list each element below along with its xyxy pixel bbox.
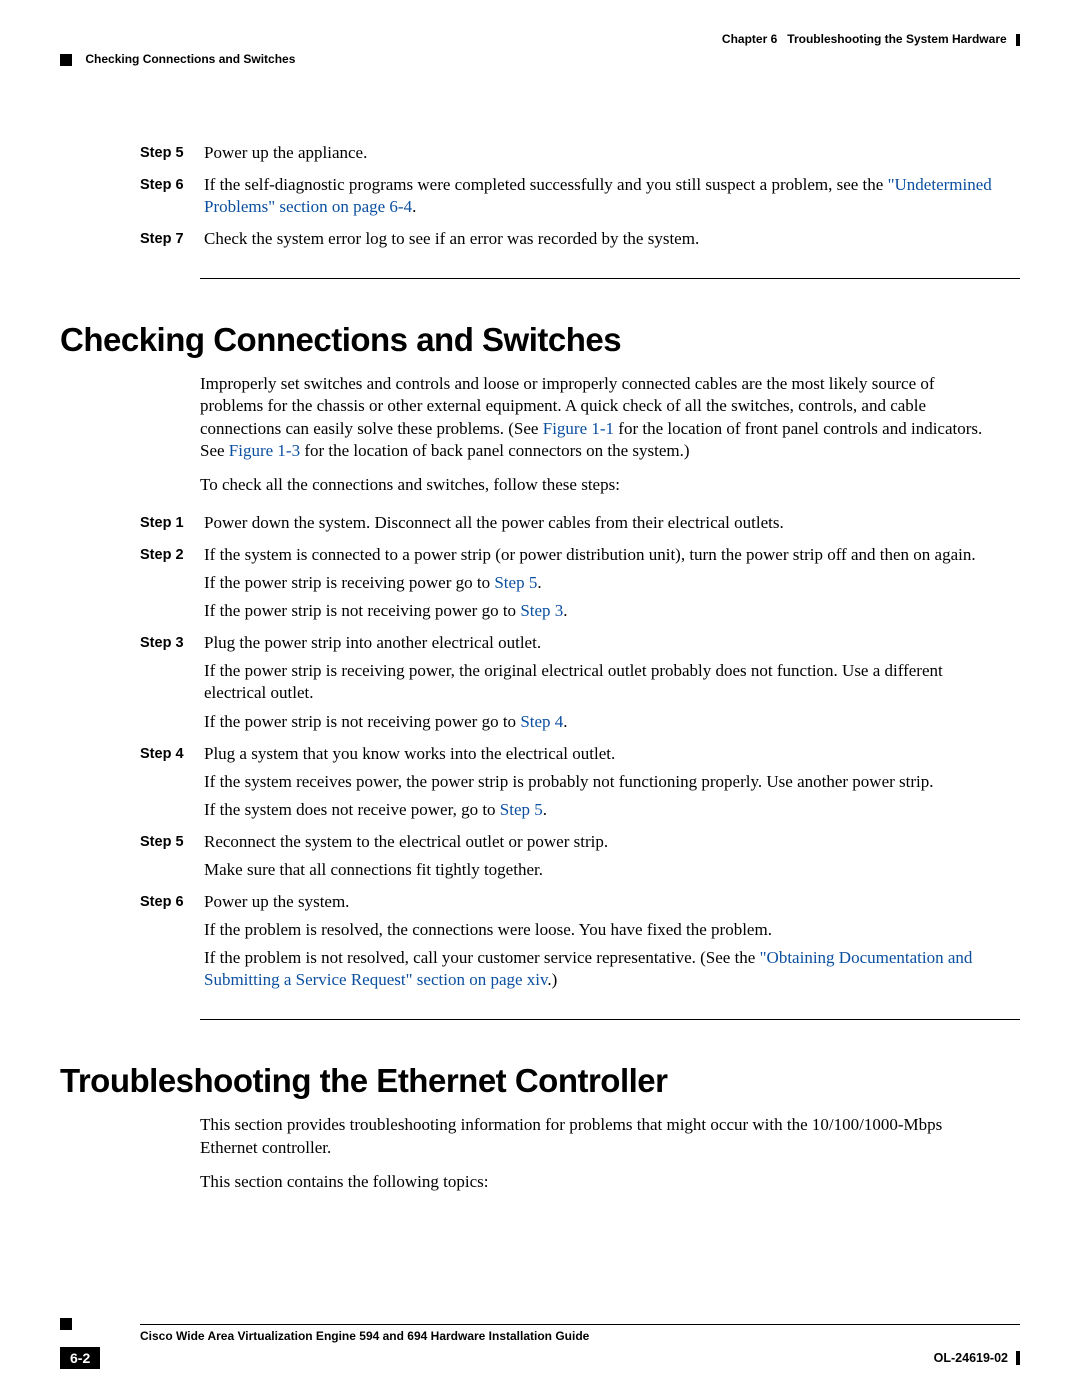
cross-ref-link[interactable]: Figure 1-3 [229, 441, 300, 460]
step-label: Step 5 [140, 142, 204, 163]
step-row: Step 4Plug a system that you know works … [140, 743, 1000, 827]
step-row: Step 5Reconnect the system to the electr… [140, 831, 1000, 887]
cross-ref-link[interactable]: Step 5 [500, 800, 543, 819]
paragraph: If the self-diagnostic programs were com… [204, 174, 1000, 218]
cross-ref-link[interactable]: "Undetermined Problems" section on page … [204, 175, 992, 216]
paragraph: Reconnect the system to the electrical o… [204, 831, 1000, 853]
paragraph: Power up the appliance. [204, 142, 1000, 164]
chapter-header: Chapter 6 Troubleshooting the System Har… [60, 32, 1020, 46]
breadcrumb-text: Checking Connections and Switches [85, 52, 295, 66]
paragraph: If the system is connected to a power st… [204, 544, 1000, 566]
cross-ref-link[interactable]: "Obtaining Documentation and Submitting … [204, 948, 972, 989]
paragraph: If the power strip is receiving power go… [204, 572, 1000, 594]
step-row: Step 1Power down the system. Disconnect … [140, 512, 1000, 540]
header-bar-icon [1016, 34, 1020, 46]
step-label: Step 4 [140, 743, 204, 764]
section-intro: This section provides troubleshooting in… [200, 1114, 1000, 1192]
paragraph: If the problem is not resolved, call you… [204, 947, 1000, 991]
divider [200, 278, 1020, 279]
breadcrumb: Checking Connections and Switches [60, 52, 1020, 66]
page-footer: Cisco Wide Area Virtualization Engine 59… [60, 1324, 1020, 1369]
paragraph: Power down the system. Disconnect all th… [204, 512, 1000, 534]
step-row: Step 7Check the system error log to see … [140, 228, 1000, 256]
paragraph: Plug a system that you know works into t… [204, 743, 1000, 765]
paragraph: To check all the connections and switche… [200, 474, 1000, 496]
chapter-title: Troubleshooting the System Hardware [787, 32, 1006, 46]
guide-title: Cisco Wide Area Virtualization Engine 59… [140, 1324, 1020, 1343]
paragraph: Power up the system. [204, 891, 1000, 913]
step-label: Step 5 [140, 831, 204, 852]
cross-ref-link[interactable]: Step 4 [520, 712, 563, 731]
step-row: Step 2If the system is connected to a po… [140, 544, 1000, 628]
step-row: Step 6Power up the system. If the problem… [140, 891, 1000, 997]
chapter-label: Chapter 6 [722, 32, 777, 46]
step-row: Step 5Power up the appliance. [140, 142, 1000, 170]
paragraph: If the system does not receive power, go… [204, 799, 1000, 821]
step-body: Plug a system that you know works into t… [204, 743, 1000, 827]
steps-top: Step 5Power up the appliance.Step 6If th… [140, 142, 1000, 256]
divider [200, 1019, 1020, 1020]
section-intro: Improperly set switches and controls and… [200, 373, 1000, 495]
paragraph: Plug the power strip into another electr… [204, 632, 1000, 654]
step-label: Step 6 [140, 891, 204, 912]
square-bullet-icon [60, 1318, 72, 1330]
page-header: Chapter 6 Troubleshooting the System Har… [60, 32, 1020, 82]
paragraph: This section contains the following topi… [200, 1171, 1000, 1193]
doc-id: OL-24619-02 [934, 1351, 1008, 1365]
paragraph: If the power strip is not receiving powe… [204, 711, 1000, 733]
steps-connections: Step 1Power down the system. Disconnect … [140, 512, 1000, 998]
step-body: If the system is connected to a power st… [204, 544, 1000, 628]
step-row: Step 3Plug the power strip into another … [140, 632, 1000, 738]
square-bullet-icon [60, 54, 72, 66]
paragraph: If the system receives power, the power … [204, 771, 1000, 793]
footer-bar-icon [1016, 1351, 1020, 1365]
section-heading-ethernet: Troubleshooting the Ethernet Controller [60, 1062, 1020, 1100]
step-label: Step 6 [140, 174, 204, 195]
paragraph: If the power strip is receiving power, t… [204, 660, 1000, 704]
cross-ref-link[interactable]: Step 3 [520, 601, 563, 620]
paragraph: Check the system error log to see if an … [204, 228, 1000, 250]
paragraph: If the problem is resolved, the connecti… [204, 919, 1000, 941]
step-body: Plug the power strip into another electr… [204, 632, 1000, 738]
cross-ref-link[interactable]: Figure 1-1 [543, 419, 614, 438]
page-number: 6-2 [60, 1347, 100, 1369]
step-body: Power down the system. Disconnect all th… [204, 512, 1000, 540]
step-row: Step 6If the self-diagnostic programs we… [140, 174, 1000, 224]
step-label: Step 3 [140, 632, 204, 653]
step-label: Step 2 [140, 544, 204, 565]
step-body: Reconnect the system to the electrical o… [204, 831, 1000, 887]
section-heading-connections: Checking Connections and Switches [60, 321, 1020, 359]
cross-ref-link[interactable]: Step 5 [494, 573, 537, 592]
paragraph: This section provides troubleshooting in… [200, 1114, 1000, 1158]
step-body: Power up the system. If the problem is re… [204, 891, 1000, 997]
paragraph: Improperly set switches and controls and… [200, 373, 1000, 461]
paragraph: Make sure that all connections fit tight… [204, 859, 1000, 881]
paragraph: If the power strip is not receiving powe… [204, 600, 1000, 622]
step-label: Step 7 [140, 228, 204, 249]
step-body: Power up the appliance. [204, 142, 1000, 170]
step-body: If the self-diagnostic programs were com… [204, 174, 1000, 224]
step-body: Check the system error log to see if an … [204, 228, 1000, 256]
step-label: Step 1 [140, 512, 204, 533]
